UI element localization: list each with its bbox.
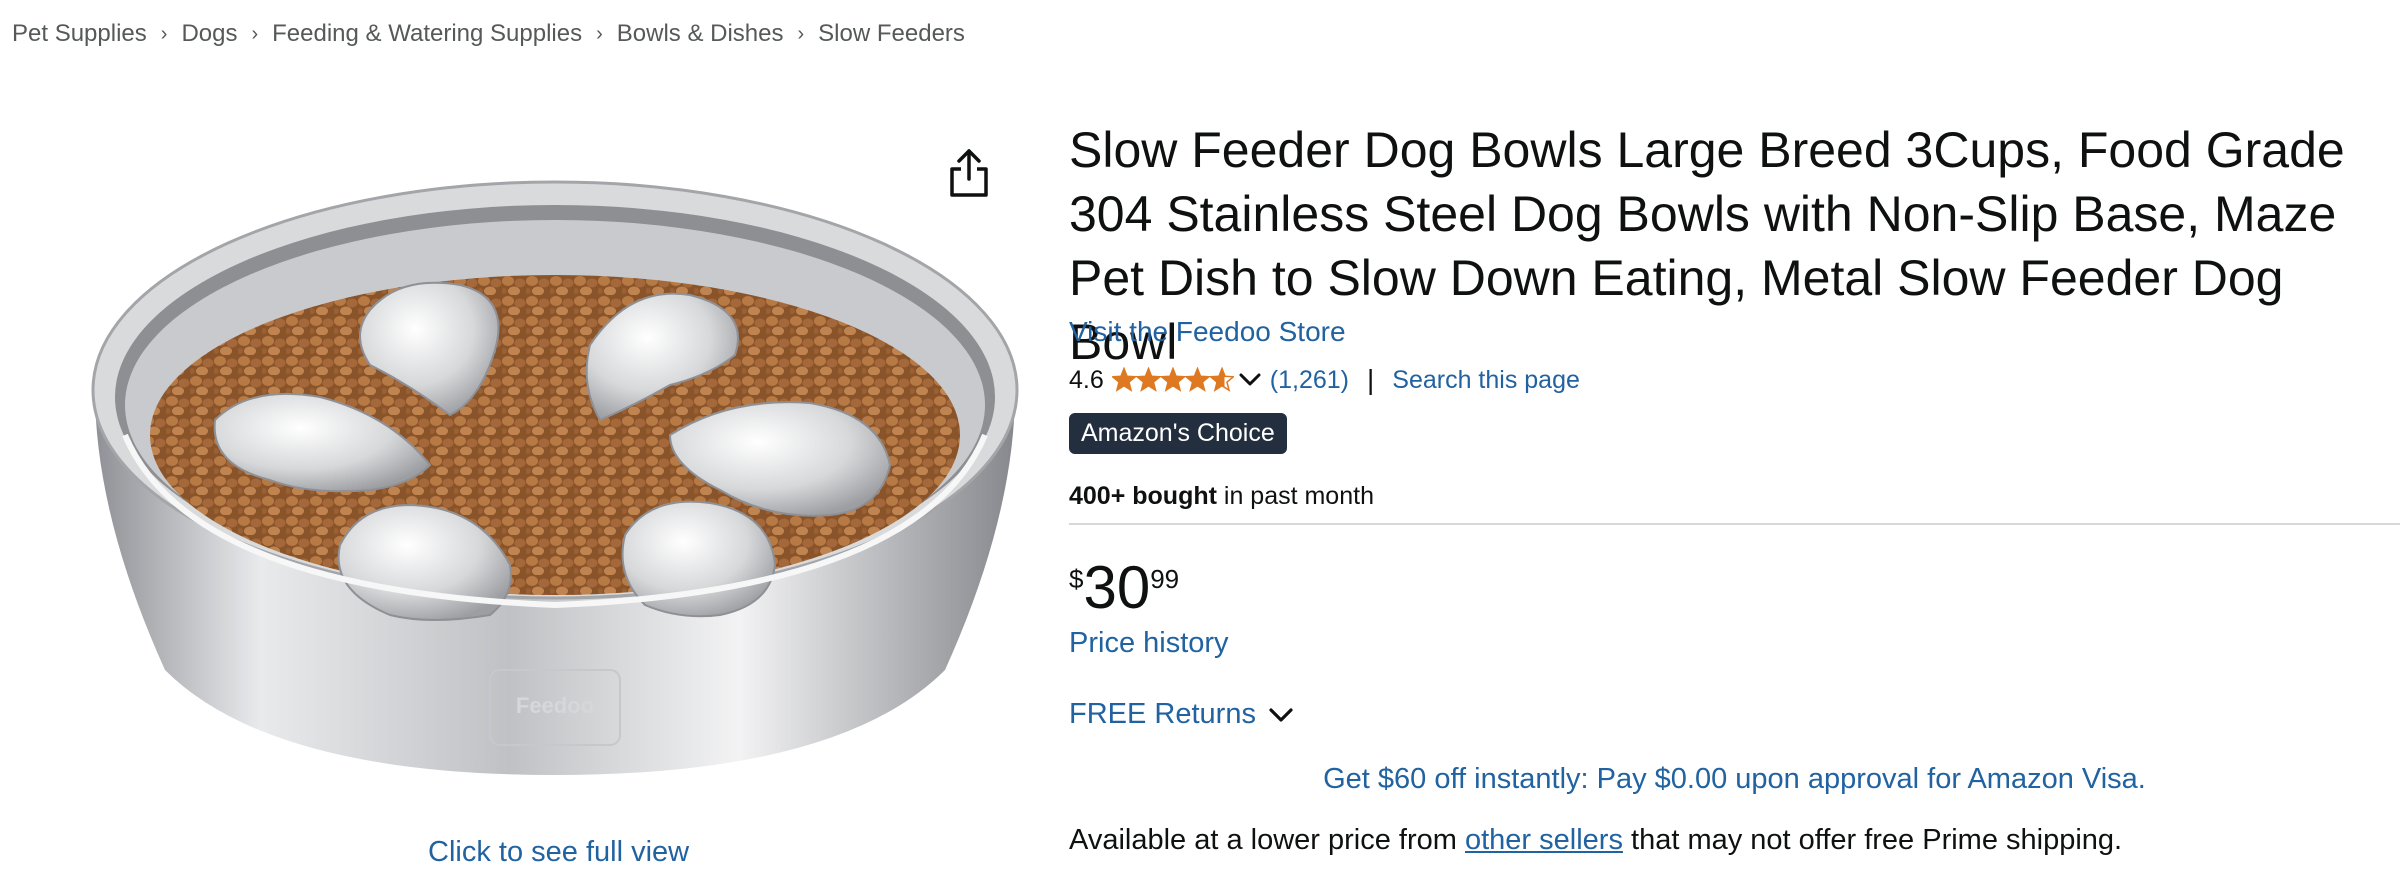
- chevron-down-icon: [1268, 706, 1294, 724]
- full-view-link[interactable]: Click to see full view: [428, 836, 689, 869]
- review-count-link[interactable]: (1,261): [1270, 366, 1349, 395]
- chevron-down-icon[interactable]: [1238, 371, 1262, 389]
- rating-value: 4.6: [1069, 365, 1104, 394]
- product-image[interactable]: Feedoo: [70, 135, 1040, 785]
- free-returns-label: FREE Returns: [1069, 698, 1256, 730]
- breadcrumb-item-dogs[interactable]: Dogs: [181, 20, 237, 48]
- price-whole: 30: [1083, 554, 1151, 621]
- bought-count-strong: 400+ bought: [1069, 482, 1217, 510]
- breadcrumb: Pet Supplies › Dogs › Feeding & Watering…: [12, 20, 965, 48]
- search-this-page-link[interactable]: Search this page: [1392, 366, 1580, 395]
- star-icon: [1111, 367, 1138, 392]
- bowl-illustration: Feedoo: [91, 180, 1019, 775]
- lower-price-notice: Available at a lower price from other se…: [1069, 824, 2122, 857]
- lower-price-suffix: that may not offer free Prime shipping.: [1622, 824, 2123, 856]
- share-button[interactable]: [946, 147, 992, 199]
- breadcrumb-separator: ›: [251, 22, 259, 45]
- bowl-logo-text: Feedoo: [516, 693, 594, 718]
- star-icon: [1134, 367, 1162, 392]
- rating-row: 4.6 (1,261) | Search this page: [1069, 363, 1580, 397]
- lower-price-prefix: Available at a lower price from: [1069, 824, 1465, 856]
- breadcrumb-separator: ›: [160, 22, 168, 45]
- price-history-link[interactable]: Price history: [1069, 627, 1229, 660]
- breadcrumb-item-bowls-dishes[interactable]: Bowls & Dishes: [617, 20, 784, 48]
- breadcrumb-item-feeding-watering[interactable]: Feeding & Watering Supplies: [272, 20, 582, 48]
- star-rating[interactable]: [1111, 367, 1234, 393]
- bought-count-rest: in past month: [1216, 482, 1374, 510]
- share-icon: [950, 149, 988, 197]
- visa-promo-link[interactable]: Get $60 off instantly: Pay $0.00 upon ap…: [1069, 763, 2400, 796]
- breadcrumb-separator: ›: [596, 22, 603, 45]
- star-icon: [1159, 367, 1187, 392]
- price-symbol: $: [1069, 564, 1084, 594]
- breadcrumb-separator: ›: [797, 22, 805, 45]
- star-icon: [1183, 367, 1211, 392]
- bought-count: 400+ bought in past month: [1069, 482, 1374, 511]
- store-link[interactable]: Visit the Feedoo Store: [1069, 316, 1346, 348]
- section-divider: [1069, 523, 2400, 525]
- amazons-choice-badge[interactable]: Amazon's Choice: [1069, 413, 1287, 454]
- free-returns-toggle[interactable]: FREE Returns: [1069, 698, 1294, 731]
- breadcrumb-item-slow-feeders[interactable]: Slow Feeders: [818, 20, 965, 48]
- price-fraction: 99: [1150, 564, 1180, 594]
- price: $ 30 99: [1069, 558, 1179, 618]
- divider-pipe: |: [1366, 364, 1375, 395]
- stars-icon: [1111, 367, 1234, 392]
- star-icon: [1208, 367, 1234, 392]
- breadcrumb-item-pet-supplies[interactable]: Pet Supplies: [12, 20, 147, 48]
- other-sellers-link[interactable]: other sellers: [1465, 824, 1623, 856]
